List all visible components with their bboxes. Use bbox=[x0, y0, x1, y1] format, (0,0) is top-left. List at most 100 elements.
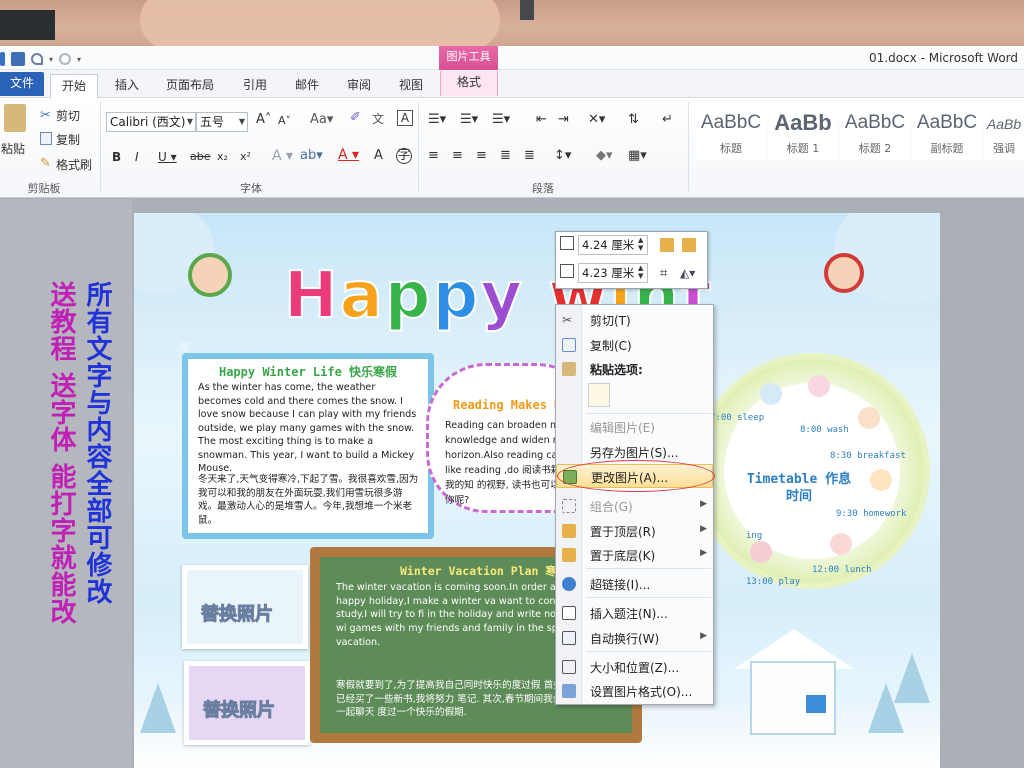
phonetic-guide-icon[interactable]: 文 bbox=[372, 110, 384, 127]
line-spacing-icon[interactable]: ↕▾ bbox=[554, 148, 571, 163]
justify-icon[interactable]: ≣ bbox=[500, 148, 511, 163]
house-window bbox=[806, 695, 826, 713]
timetable-circle[interactable]: Timetable 作息时间 7:00 sleep 8:00 wash 8:30… bbox=[694, 353, 930, 589]
rotate-icon[interactable]: ◭▾ bbox=[680, 266, 695, 280]
menu-item-wrap-text[interactable]: 自动换行(W) ▶ bbox=[556, 626, 713, 650]
text-effects-icon[interactable]: A ▾ bbox=[272, 148, 293, 164]
menu-item-insert-caption[interactable]: 插入题注(N)... bbox=[556, 601, 713, 625]
menu-item-change-picture[interactable]: 更改图片(A)... bbox=[556, 464, 713, 488]
font-name-combo[interactable]: Calibri (西文) ▼ bbox=[106, 112, 196, 132]
decrease-indent-icon[interactable]: ⇤ bbox=[536, 112, 547, 127]
tab-review[interactable]: 审阅 bbox=[344, 74, 374, 96]
menu-item-send-to-back[interactable]: 置于底层(K) ▶ bbox=[556, 543, 713, 567]
redo-icon[interactable] bbox=[59, 53, 72, 65]
numbering-icon[interactable]: ☰▾ bbox=[460, 112, 478, 127]
tab-mailings[interactable]: 邮件 bbox=[292, 74, 322, 96]
tab-page-layout[interactable]: 页面布局 bbox=[164, 74, 216, 96]
format-painter-icon[interactable]: ✎ bbox=[40, 156, 56, 172]
style-subtitle[interactable]: AaBbC 副标题 bbox=[912, 106, 982, 160]
char-shading-icon[interactable]: A bbox=[374, 148, 383, 163]
copy-button[interactable]: 复制 bbox=[56, 131, 80, 148]
cloud-title: Reading Makes M bbox=[453, 398, 562, 412]
menu-label: 另存为图片(S)... bbox=[590, 446, 679, 460]
paragraph-group-label: 段落 bbox=[532, 182, 554, 195]
picture-tools-band: 图片工具 bbox=[439, 46, 498, 70]
menu-item-cut[interactable]: ✂ 剪切(T) bbox=[556, 308, 713, 332]
lunch-illustration bbox=[830, 533, 852, 555]
tab-view[interactable]: 视图 bbox=[396, 74, 426, 96]
winter-life-card[interactable]: Happy Winter Life 快乐寒假 As the winter has… bbox=[182, 353, 434, 539]
shading-icon[interactable]: ◆▾ bbox=[596, 148, 613, 163]
format-painter-button[interactable]: 格式刷 bbox=[56, 156, 92, 173]
menu-item-copy[interactable]: 复制(C) bbox=[556, 333, 713, 357]
paste-keep-format-icon[interactable] bbox=[588, 383, 610, 407]
bullets-icon[interactable]: ☰▾ bbox=[428, 112, 446, 127]
crop-icon[interactable]: ⌗ bbox=[660, 266, 674, 281]
font-size-combo[interactable]: 五号 ▼ bbox=[196, 112, 248, 132]
change-case-icon[interactable]: Aa▾ bbox=[310, 112, 333, 127]
enclose-char-icon[interactable]: 字 bbox=[396, 148, 412, 164]
menu-item-save-as-picture[interactable]: 另存为图片(S)... bbox=[556, 440, 713, 464]
photo-placeholder[interactable]: 替换照片 bbox=[184, 661, 310, 745]
menu-label: 更改图片(A)... bbox=[591, 471, 669, 485]
spinner-arrows[interactable]: ▲ ▼ bbox=[638, 236, 643, 252]
italic-icon[interactable]: I bbox=[135, 150, 139, 164]
menu-item-size-position[interactable]: 大小和位置(Z)... bbox=[556, 655, 713, 679]
sort-icon[interactable]: ⇅ bbox=[628, 112, 639, 127]
char-scaling-icon[interactable]: ✕▾ bbox=[588, 112, 605, 127]
clear-format-icon[interactable]: ✐ bbox=[350, 110, 361, 125]
save-icon[interactable] bbox=[11, 52, 25, 66]
tab-file[interactable]: 文件 bbox=[0, 72, 44, 96]
style-emphasis[interactable]: AaBb 强调 bbox=[984, 106, 1024, 160]
undo-dropdown-icon[interactable]: ▾ bbox=[49, 55, 53, 64]
spinner-arrows[interactable]: ▲ ▼ bbox=[638, 264, 643, 280]
scissors-icon[interactable]: ✂ bbox=[40, 108, 56, 124]
cut-button[interactable]: 剪切 bbox=[56, 107, 80, 124]
title-bar: ▾ ▾ 图片工具 01.docx - Microsoft Word bbox=[0, 46, 1024, 70]
highlight-icon[interactable]: ab▾ bbox=[300, 148, 323, 163]
send-backward-icon[interactable] bbox=[682, 238, 696, 252]
width-icon bbox=[560, 264, 574, 278]
char-border-icon[interactable]: A bbox=[397, 110, 413, 126]
tab-insert[interactable]: 插入 bbox=[112, 74, 142, 96]
borders-icon[interactable]: ▦▾ bbox=[628, 148, 647, 163]
paste-icon[interactable] bbox=[4, 104, 26, 132]
style-heading-2[interactable]: AaBbC 标题 2 bbox=[840, 106, 910, 160]
strikethrough-icon[interactable]: abe bbox=[190, 150, 211, 163]
align-left-icon[interactable]: ≡ bbox=[428, 148, 439, 163]
photo-placeholder[interactable]: 替换照片 bbox=[182, 565, 308, 649]
grow-font-icon[interactable]: A˄ bbox=[256, 112, 271, 127]
group-separator bbox=[418, 102, 419, 192]
copy-icon[interactable] bbox=[40, 132, 52, 145]
undo-icon[interactable] bbox=[31, 53, 43, 65]
skier-girl-illustration bbox=[824, 253, 864, 293]
distributed-icon[interactable]: ≣ bbox=[524, 148, 535, 163]
menu-item-hyperlink[interactable]: 超链接(I)... bbox=[556, 572, 713, 596]
paste-button[interactable]: 粘贴 bbox=[1, 140, 25, 157]
font-name-value: Calibri (西文) bbox=[110, 115, 186, 129]
customize-qat-icon[interactable]: ▾ bbox=[77, 55, 81, 64]
subscript-icon[interactable]: x₂ bbox=[217, 150, 228, 163]
tab-format[interactable]: 格式 bbox=[440, 71, 498, 96]
multilevel-list-icon[interactable]: ☰▾ bbox=[492, 112, 510, 127]
increase-indent-icon[interactable]: ⇥ bbox=[558, 112, 569, 127]
shrink-font-icon[interactable]: A˅ bbox=[278, 114, 291, 127]
document-page[interactable]: Happy wint Happy Winter Life 快乐寒假 As the… bbox=[134, 213, 940, 768]
font-color-icon[interactable]: A ▾ bbox=[338, 147, 359, 163]
align-center-icon[interactable]: ≡ bbox=[452, 148, 463, 163]
promo-text-tutorial: 送教程 送字体 能打字就能改 bbox=[46, 281, 76, 626]
bold-icon[interactable]: B bbox=[112, 150, 121, 164]
menu-label: 插入题注(N)... bbox=[590, 607, 668, 621]
superscript-icon[interactable]: x² bbox=[240, 150, 251, 163]
menu-item-format-picture[interactable]: 设置图片格式(O)... bbox=[556, 679, 713, 703]
menu-item-bring-to-front[interactable]: 置于顶层(R) ▶ bbox=[556, 519, 713, 543]
style-title[interactable]: AaBbC 标题 bbox=[696, 106, 766, 160]
underline-icon[interactable]: U ▾ bbox=[158, 150, 177, 164]
bring-forward-icon[interactable] bbox=[660, 238, 674, 252]
tab-home[interactable]: 开始 bbox=[50, 74, 98, 99]
style-heading-1[interactable]: AaBb 标题 1 bbox=[768, 106, 838, 160]
show-marks-icon[interactable]: ↵ bbox=[662, 112, 673, 127]
tab-references[interactable]: 引用 bbox=[240, 74, 270, 96]
group-separator bbox=[688, 102, 689, 192]
align-right-icon[interactable]: ≡ bbox=[476, 148, 487, 163]
